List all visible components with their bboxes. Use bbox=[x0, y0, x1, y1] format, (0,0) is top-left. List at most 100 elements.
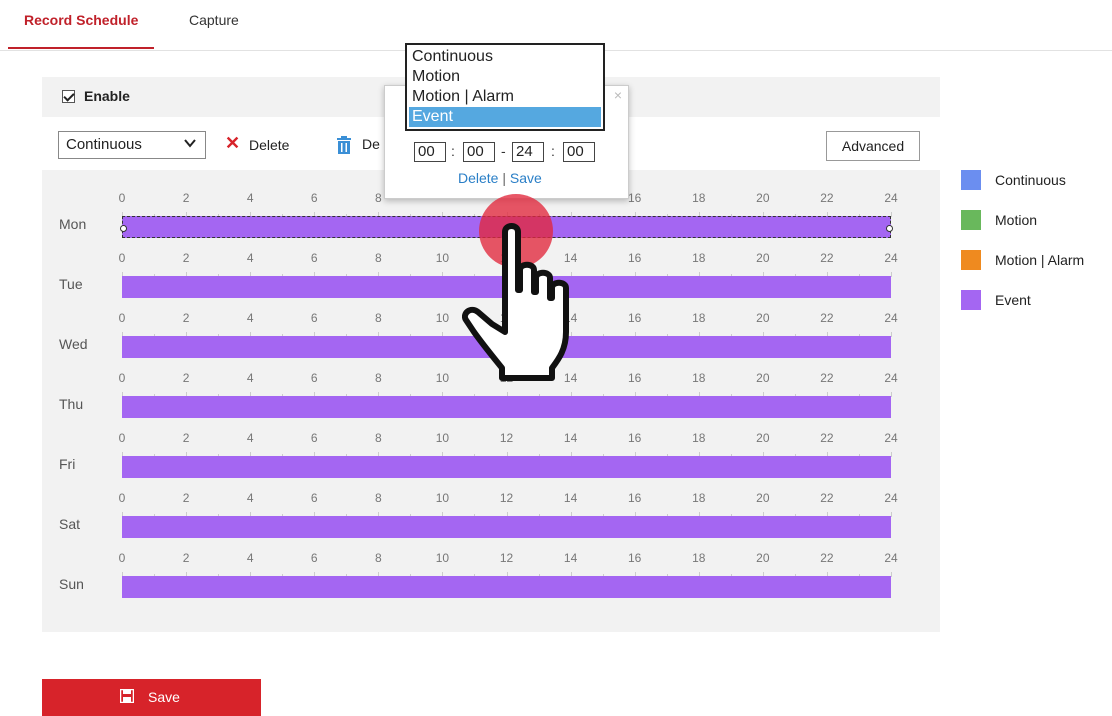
schedule-type-value: Continuous bbox=[66, 136, 142, 153]
hour-tick-label: 2 bbox=[182, 371, 190, 385]
legend-swatch bbox=[961, 290, 981, 310]
hour-tick-label: 20 bbox=[756, 431, 770, 445]
hour-tick-label: 22 bbox=[820, 251, 834, 265]
trash-icon bbox=[337, 136, 351, 154]
popup-actions: Delete | Save bbox=[458, 170, 542, 186]
schedule-row-sat: Sat 0 2 4 6 8 10 12 14 16 18 20 22 24 bbox=[42, 470, 940, 538]
legend-item: Motion | Alarm bbox=[961, 250, 1112, 272]
hour-tick-label: 22 bbox=[820, 491, 834, 505]
hour-tick-label: 4 bbox=[246, 251, 254, 265]
delete-label: Delete bbox=[249, 137, 290, 153]
legend-swatch bbox=[961, 210, 981, 230]
advanced-button[interactable]: Advanced bbox=[826, 131, 920, 161]
hour-tick-label: 0 bbox=[118, 251, 126, 265]
hour-tick-label: 20 bbox=[756, 311, 770, 325]
tab-record-schedule[interactable]: Record Schedule bbox=[7, 12, 155, 49]
legend-label: Event bbox=[995, 292, 1031, 308]
popup-save-link[interactable]: Save bbox=[510, 170, 542, 186]
hour-tick-label: 6 bbox=[310, 491, 318, 505]
hour-tick-label: 24 bbox=[884, 551, 898, 565]
hour-tick-label: 8 bbox=[374, 191, 382, 205]
hour-tick-label: 20 bbox=[756, 491, 770, 505]
schedule-type-dropdown[interactable]: Continuous Motion Motion | Alarm Event bbox=[405, 43, 605, 131]
hour-tick-label: 22 bbox=[820, 371, 834, 385]
start-hour-input[interactable]: 00 bbox=[414, 142, 446, 162]
hour-tick-label: 20 bbox=[756, 371, 770, 385]
hour-tick-label: 2 bbox=[182, 251, 190, 265]
hour-tick-label: 10 bbox=[435, 371, 450, 385]
hour-tick-label: 12 bbox=[499, 431, 514, 445]
hour-tick-label: 24 bbox=[884, 371, 898, 385]
hour-tick-label: 4 bbox=[246, 491, 254, 505]
hour-tick-label: 20 bbox=[756, 191, 770, 205]
hour-tick-label: 18 bbox=[692, 491, 706, 505]
hour-tick-label: 18 bbox=[692, 311, 706, 325]
end-minute-input[interactable]: 00 bbox=[563, 142, 595, 162]
start-minute-input[interactable]: 00 bbox=[463, 142, 495, 162]
hour-tick-label: 16 bbox=[627, 251, 642, 265]
hour-tick-label: 18 bbox=[692, 551, 706, 565]
floppy-disk-icon bbox=[120, 689, 134, 703]
save-button[interactable]: Save bbox=[42, 679, 261, 716]
hour-tick-label: 8 bbox=[374, 371, 382, 385]
hour-tick-label: 0 bbox=[118, 311, 126, 325]
hour-tick-label: 16 bbox=[627, 491, 642, 505]
hour-tick-label: 2 bbox=[182, 551, 190, 565]
hour-tick-label: 12 bbox=[499, 491, 514, 505]
legend-label: Continuous bbox=[995, 172, 1066, 188]
legend-swatch bbox=[961, 250, 981, 270]
hour-tick-label: 10 bbox=[435, 431, 450, 445]
close-icon[interactable]: × bbox=[614, 87, 622, 103]
hour-tick-label: 6 bbox=[310, 311, 318, 325]
pointing-hand-icon bbox=[462, 223, 569, 381]
enable-checkbox[interactable] bbox=[62, 90, 75, 103]
hour-tick-label: 24 bbox=[884, 251, 898, 265]
tab-capture[interactable]: Capture bbox=[189, 12, 239, 28]
hour-tick-label: 18 bbox=[692, 191, 706, 205]
day-label: Sun bbox=[59, 576, 84, 592]
link-separator: | bbox=[502, 170, 506, 186]
hour-tick-label: 8 bbox=[374, 551, 382, 565]
legend-swatch bbox=[961, 170, 981, 190]
schedule-type-select[interactable]: Continuous bbox=[58, 131, 206, 159]
hour-tick-label: 24 bbox=[884, 431, 898, 445]
dropdown-option[interactable]: Motion bbox=[409, 67, 601, 87]
hour-tick-label: 16 bbox=[627, 311, 642, 325]
hour-tick-label: 8 bbox=[374, 431, 382, 445]
end-hour-input[interactable]: 24 bbox=[512, 142, 544, 162]
hour-tick-label: 22 bbox=[820, 191, 834, 205]
hour-tick-label: 14 bbox=[563, 551, 578, 565]
hour-tick-label: 4 bbox=[246, 191, 254, 205]
hour-tick-label: 10 bbox=[435, 551, 450, 565]
popup-delete-link[interactable]: Delete bbox=[458, 170, 498, 186]
hour-tick-label: 0 bbox=[118, 191, 126, 205]
hour-tick-label: 6 bbox=[310, 551, 318, 565]
hour-tick-label: 24 bbox=[884, 311, 898, 325]
hour-tick-label: 2 bbox=[182, 311, 190, 325]
hour-tick-label: 6 bbox=[310, 191, 318, 205]
hour-tick-label: 0 bbox=[118, 491, 126, 505]
hour-tick-label: 16 bbox=[627, 191, 642, 205]
hour-tick-label: 0 bbox=[118, 431, 126, 445]
hour-tick-label: 20 bbox=[756, 251, 770, 265]
hour-tick-label: 22 bbox=[820, 431, 834, 445]
hour-tick-label: 4 bbox=[246, 371, 254, 385]
hour-tick-label: 2 bbox=[182, 431, 190, 445]
hour-tick-label: 22 bbox=[820, 551, 834, 565]
hour-tick-label: 0 bbox=[118, 551, 126, 565]
hour-tick-label: 4 bbox=[246, 431, 254, 445]
hour-tick-label: 16 bbox=[627, 431, 642, 445]
schedule-row-sun: Sun 0 2 4 6 8 10 12 14 16 18 20 22 24 bbox=[42, 530, 940, 598]
hour-tick-label: 10 bbox=[435, 491, 450, 505]
dropdown-option[interactable]: Event bbox=[409, 107, 601, 127]
legend-item: Motion bbox=[961, 210, 1112, 232]
chevron-down-icon bbox=[184, 139, 196, 148]
hour-tick-label: 24 bbox=[884, 191, 898, 205]
legend-label: Motion | Alarm bbox=[995, 252, 1085, 268]
dropdown-option[interactable]: Continuous bbox=[409, 47, 601, 67]
schedule-segment[interactable] bbox=[122, 576, 891, 598]
legend-item: Continuous bbox=[961, 170, 1112, 192]
hour-tick-label: 18 bbox=[692, 371, 706, 385]
hour-tick-label: 8 bbox=[374, 491, 382, 505]
dropdown-option[interactable]: Motion | Alarm bbox=[409, 87, 601, 107]
